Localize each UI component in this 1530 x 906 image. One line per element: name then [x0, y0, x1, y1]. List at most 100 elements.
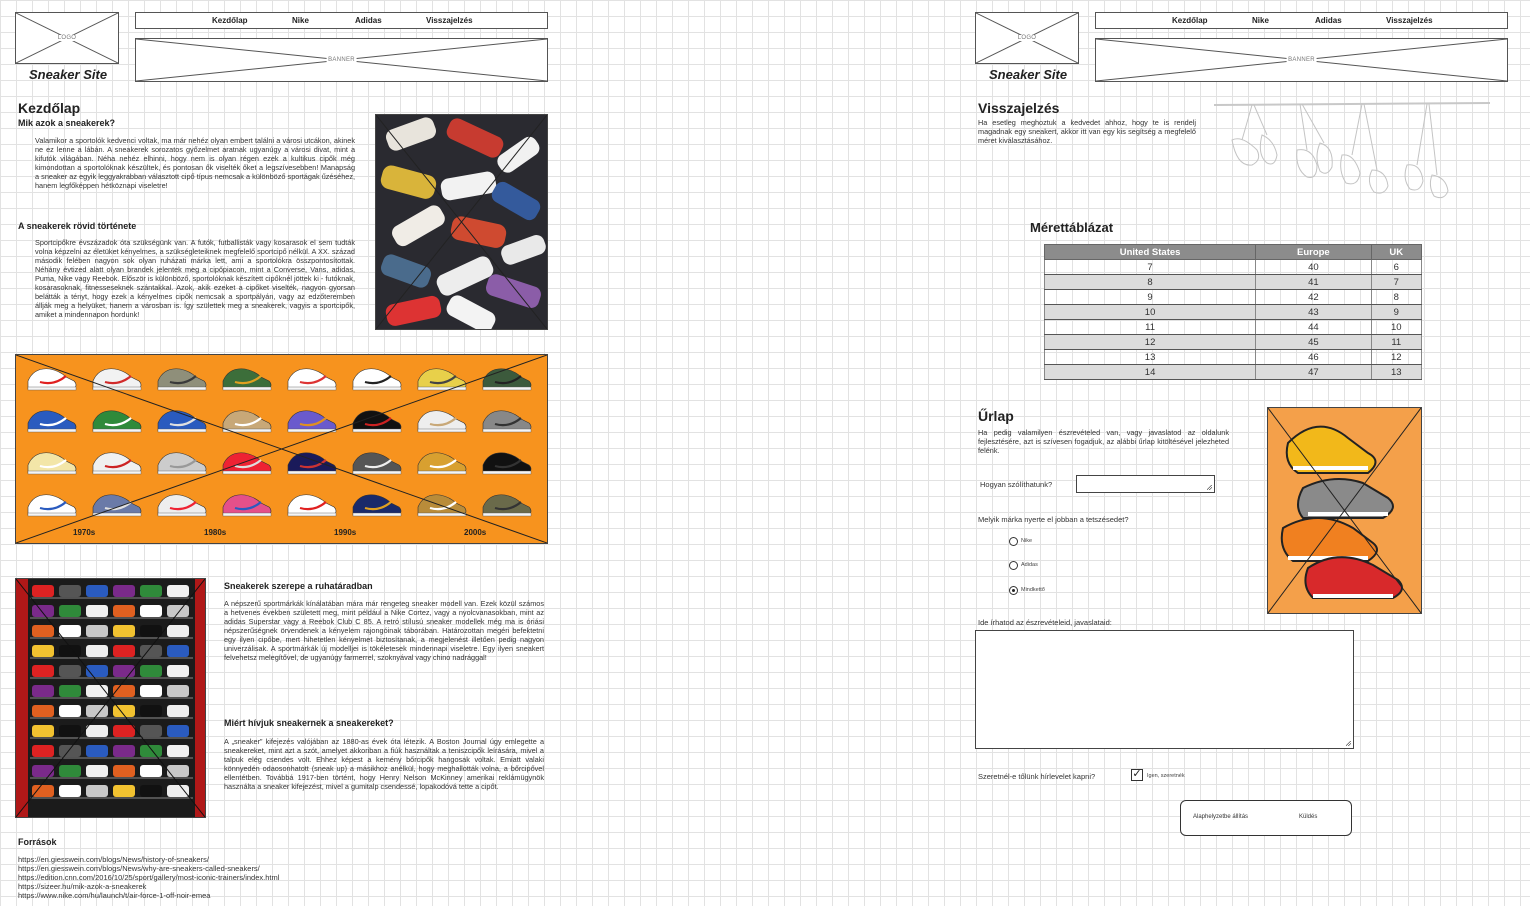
size-table: United States Europe UK 7 40 6 8 41 7 9 42 8 10 43…	[1043, 244, 1423, 380]
newsletter-checkbox[interactable]: ✓	[1131, 769, 1143, 781]
radio-adidas-label: Adidas	[1021, 562, 1038, 568]
paragraph-what-are-sneakers: Valamikor a sportolók kedvenci voltak, m…	[35, 136, 355, 190]
size-col-uk: UK	[1370, 244, 1423, 260]
resize-grip-icon[interactable]	[1346, 741, 1351, 746]
size-row: 7 40 6	[1043, 259, 1423, 275]
feedback-intro: Ha esetleg meghoztuk a kedvedet ahhoz, h…	[978, 118, 1196, 145]
reset-button[interactable]: Alaphelyzetbe állítás	[1193, 814, 1248, 820]
nav-home[interactable]: Kezdőlap	[1172, 16, 1208, 25]
size-cell: 14	[1043, 364, 1257, 380]
logo-placeholder-right: LOGO	[975, 12, 1079, 64]
radio-nike-label: Nike	[1021, 538, 1033, 544]
comments-label: Ide írhatod az észrevételeid, javaslatai…	[978, 618, 1112, 627]
size-cell: 45	[1255, 334, 1372, 350]
size-cell: 12	[1370, 349, 1423, 365]
size-col-eu: Europe	[1255, 244, 1372, 260]
size-cell: 7	[1370, 274, 1423, 290]
size-cell: 42	[1255, 289, 1372, 305]
size-row: 9 42 8	[1043, 289, 1423, 305]
size-cell: 12	[1043, 334, 1257, 350]
nav-nike[interactable]: Nike	[1252, 16, 1269, 25]
name-input[interactable]	[1076, 475, 1215, 493]
section-what-are-sneakers: Mik azok a sneakerek?	[18, 118, 116, 128]
source-link[interactable]: https://edition.cnn.com/2016/10/25/sport…	[18, 873, 279, 882]
radio-adidas[interactable]	[1009, 561, 1018, 570]
logo-label: LOGO	[55, 35, 79, 41]
size-row: 11 44 10	[1043, 319, 1423, 335]
size-cell: 11	[1043, 319, 1257, 335]
size-row: 13 46 12	[1043, 349, 1423, 365]
nav-adidas[interactable]: Adidas	[1315, 16, 1342, 25]
size-cell: 7	[1043, 259, 1257, 275]
size-row: 8 41 7	[1043, 274, 1423, 290]
source-link[interactable]: https://en.giesswein.com/blogs/News/hist…	[18, 855, 279, 864]
section-wardrobe: Sneakerek szerepe a ruhatáradban	[224, 581, 373, 591]
top-nav-right: Kezdőlap Nike Adidas Visszajelzés	[1095, 12, 1508, 29]
home-heading: Kezdőlap	[18, 100, 81, 116]
form-heading: Űrlap	[978, 408, 1014, 424]
nav-feedback[interactable]: Visszajelzés	[1386, 16, 1433, 25]
form-intro: Ha pedig valamilyen észrevételed van, va…	[978, 428, 1229, 455]
feedback-heading: Visszajelzés	[978, 100, 1060, 116]
size-chart: United States Europe UK 7 40 6 8 41 7 9 42 8 10 43…	[1043, 244, 1423, 380]
source-link[interactable]: https://www.nike.com/hu/launch/t/air-for…	[18, 891, 279, 900]
size-cell: 6	[1370, 259, 1423, 275]
nav-nike[interactable]: Nike	[292, 16, 309, 25]
size-cell: 8	[1043, 274, 1257, 290]
paragraph-history: Sportcipőkre évszázadok óta szükségünk v…	[35, 238, 355, 319]
size-col-us: United States	[1043, 244, 1257, 260]
size-row: 10 43 9	[1043, 304, 1423, 320]
section-why-sneakers: Miért hívjuk sneakernek a sneakereket?	[224, 718, 394, 728]
radio-nike[interactable]	[1009, 537, 1018, 546]
brand-question: Melyik márka nyerte el jobban a tetszése…	[978, 515, 1129, 524]
size-row: 14 47 13	[1043, 364, 1423, 380]
newsletter-option-label: Igen, szeretnék	[1147, 773, 1185, 779]
size-cell: 13	[1370, 364, 1423, 380]
size-cell: 41	[1255, 274, 1372, 290]
sneaker-pile-image	[375, 114, 548, 330]
banner-placeholder-right: BANNER	[1095, 38, 1508, 82]
logo-placeholder: LOGO	[15, 12, 119, 64]
site-title: Sneaker Site	[29, 67, 108, 82]
size-cell: 44	[1255, 319, 1372, 335]
size-cell: 11	[1370, 334, 1423, 350]
logo-label: LOGO	[1015, 35, 1039, 41]
radio-both[interactable]	[1009, 586, 1018, 595]
sources-list: https://en.giesswein.com/blogs/News/hist…	[18, 855, 279, 900]
nav-feedback[interactable]: Visszajelzés	[426, 16, 473, 25]
size-cell: 46	[1255, 349, 1372, 365]
shoe-wall-image	[15, 578, 206, 818]
sources-heading: Források	[18, 837, 57, 847]
size-cell: 10	[1370, 319, 1423, 335]
hanging-sneakers-sketch	[1213, 102, 1491, 199]
size-cell: 9	[1043, 289, 1257, 305]
nav-home[interactable]: Kezdőlap	[212, 16, 248, 25]
banner-placeholder: BANNER	[135, 38, 548, 82]
banner-label: BANNER	[326, 57, 357, 63]
size-cell: 40	[1255, 259, 1372, 275]
submit-button[interactable]: Küldés	[1299, 814, 1317, 820]
banner-label: BANNER	[1286, 57, 1317, 63]
name-label: Hogyan szólíthatunk?	[980, 480, 1053, 489]
size-cell: 13	[1043, 349, 1257, 365]
sneakers-by-decade-image: 1970s 1980s 1990s 2000s	[15, 354, 548, 544]
source-link[interactable]: https://en.giesswein.com/blogs/News/why-…	[18, 864, 279, 873]
resize-grip-icon[interactable]	[1207, 485, 1212, 490]
comments-textarea[interactable]	[975, 630, 1354, 749]
form-buttons: Alaphelyzetbe állítás Küldés	[1180, 800, 1352, 836]
size-chart-heading: Mérettáblázat	[1030, 220, 1114, 235]
size-cell: 10	[1043, 304, 1257, 320]
jordan-sneakers-image	[1267, 407, 1422, 614]
paragraph-why-sneakers: A „sneaker” kifejezés valójában az 1880-…	[224, 737, 544, 791]
nav-adidas[interactable]: Adidas	[355, 16, 382, 25]
size-row: 12 45 11	[1043, 334, 1423, 350]
top-nav: Kezdőlap Nike Adidas Visszajelzés	[135, 12, 548, 29]
site-title-right: Sneaker Site	[989, 67, 1068, 82]
source-link[interactable]: https://sizeer.hu/mik-azok-a-sneakerek	[18, 882, 279, 891]
radio-both-label: Mindkettő	[1021, 587, 1045, 593]
size-cell: 8	[1370, 289, 1423, 305]
newsletter-label: Szeretnél-e tőlünk hírlevelet kapni?	[978, 772, 1096, 781]
size-cell: 9	[1370, 304, 1423, 320]
size-cell: 47	[1255, 364, 1372, 380]
size-cell: 43	[1255, 304, 1372, 320]
